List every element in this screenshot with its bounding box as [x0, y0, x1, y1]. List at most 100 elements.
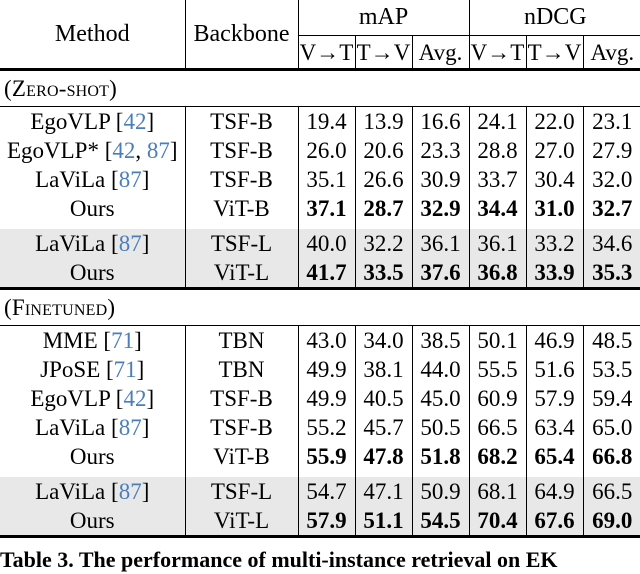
method-name: LaViLa [35, 167, 106, 192]
cell-value: 32.2 [354, 229, 412, 258]
method-name: JPoSE [40, 357, 101, 382]
cell-backbone: ViT-B [184, 442, 298, 471]
citation-ref[interactable]: 42 [123, 386, 146, 411]
cell-backbone: TSF-B [184, 106, 298, 136]
cell-value: 63.4 [525, 413, 584, 442]
table-row: EgoVLP* [42, 87] TSF-B 26.0 20.6 23.3 28.8 27.… [0, 136, 640, 165]
citation-bracket: ] [146, 386, 155, 411]
cell-method: LaViLa [87] [0, 477, 185, 506]
cell-backbone: TSF-L [184, 229, 298, 258]
col-header-ndcg-1: T→V [525, 35, 584, 70]
cell-value: 43.0 [297, 325, 355, 355]
cell-method: EgoVLP [42] [0, 384, 185, 413]
citation-bracket: ] [146, 109, 155, 134]
table-row: Ours ViT-L 57.9 51.1 54.5 70.4 67.6 69.0 [0, 506, 640, 537]
cell-value: 69.0 [582, 506, 640, 537]
cell-value: 36.1 [411, 229, 470, 258]
table-bottom-rule [0, 535, 640, 539]
cell-method: MME [71] [0, 325, 185, 355]
cell-backbone: ViT-L [184, 258, 298, 289]
cell-value: 55.9 [297, 442, 355, 471]
cell-backbone: TSF-B [184, 136, 298, 165]
cell-value: 26.0 [297, 136, 355, 165]
citation-bracket: [ [111, 167, 119, 192]
citation-bracket: ] [141, 415, 150, 440]
cell-value: 33.7 [468, 165, 527, 194]
citation-ref[interactable]: 87 [119, 415, 142, 440]
citation-ref[interactable]: 87 [119, 479, 142, 504]
cell-value: 57.9 [297, 506, 355, 537]
cell-value: 65.0 [582, 413, 640, 442]
cell-backbone: TSF-B [184, 165, 298, 194]
cell-value: 26.6 [354, 165, 412, 194]
cell-value: 50.9 [411, 477, 470, 506]
cell-backbone: ViT-B [184, 194, 298, 223]
cell-value: 66.5 [582, 477, 640, 506]
citation-ref[interactable]: 71 [111, 328, 134, 353]
citation-bracket: ] [141, 231, 150, 256]
cell-value: 34.6 [582, 229, 640, 258]
cell-value: 51.6 [525, 355, 584, 384]
cell-value: 23.1 [582, 106, 640, 136]
cell-value: 35.1 [297, 165, 355, 194]
cell-value: 55.2 [297, 413, 355, 442]
col-header-method: Method [54, 20, 130, 47]
cell-value: 55.5 [468, 355, 527, 384]
cell-value: 53.5 [582, 355, 640, 384]
cell-method: LaViLa [87] [0, 229, 185, 258]
cell-value: 54.5 [411, 506, 470, 537]
citation-bracket: [ [103, 328, 112, 353]
cell-value: 28.7 [354, 194, 412, 223]
cell-value: 19.4 [297, 106, 355, 136]
cell-value: 66.5 [468, 413, 527, 442]
cell-value: 68.2 [468, 442, 527, 471]
cell-value: 24.1 [468, 106, 527, 136]
cell-value: 44.0 [411, 355, 470, 384]
cell-method: LaViLa [87] [0, 165, 185, 194]
cell-value: 31.0 [525, 194, 584, 223]
results-table: Method Backbone mAP nDCG V→T T→V Avg. V→T T→V Avg… [0, 0, 640, 539]
cell-value: 66.8 [582, 442, 640, 471]
cell-backbone: TSF-B [184, 413, 298, 442]
cell-value: 47.8 [354, 442, 412, 471]
cell-method: JPoSE [71] [0, 355, 185, 384]
table-row: JPoSE [71] TBN 49.9 38.1 44.0 55.5 51.6 53.5 [0, 355, 640, 384]
cell-value: 35.3 [582, 258, 640, 289]
header-row-groups: Method Backbone mAP nDCG [0, 0, 640, 70]
cell-value: 60.9 [468, 384, 527, 413]
table-row: Ours ViT-L 41.7 33.5 37.6 36.8 33.9 35.3 [0, 258, 640, 289]
citation-ref[interactable]: 71 [114, 357, 137, 382]
table-row: EgoVLP [42] TSF-B 19.4 13.9 16.6 24.1 22.0 23.1 [0, 106, 640, 136]
cell-value: 36.8 [468, 258, 527, 289]
cell-value: 36.1 [468, 229, 527, 258]
citation-ref[interactable]: 87 [119, 167, 142, 192]
cell-value: 45.0 [411, 384, 470, 413]
cell-value: 33.5 [354, 258, 412, 289]
cell-value: 48.5 [582, 325, 640, 355]
cell-value: 23.3 [411, 136, 470, 165]
cell-value: 30.9 [411, 165, 470, 194]
citation-ref[interactable]: 42 [112, 138, 135, 163]
citation-bracket: [ [106, 357, 114, 382]
section-label: (Zero-shot) [0, 68, 640, 107]
table-row: LaViLa [87] TSF-L 40.0 32.2 36.1 36.1 33.2 34.6 [0, 229, 640, 258]
citation-ref[interactable]: 42 [123, 109, 146, 134]
cell-backbone: TSF-B [184, 384, 298, 413]
cell-value: 32.9 [411, 194, 470, 223]
cell-value: 50.5 [411, 413, 470, 442]
cell-value: 32.0 [582, 165, 640, 194]
cell-value: 50.1 [468, 325, 527, 355]
citation-ref[interactable]: 87 [147, 138, 170, 163]
table-body: Method Backbone mAP nDCG V→T T→V Avg. V→T T→V Avg… [0, 0, 640, 539]
table-row: LaViLa [87] TSF-B 55.2 45.7 50.5 66.5 63.4 65.0 [0, 413, 640, 442]
cell-value: 27.9 [582, 136, 640, 165]
cell-backbone: TBN [184, 325, 298, 355]
cell-value: 33.9 [525, 258, 584, 289]
col-header-map-0: V→T [297, 35, 355, 70]
cell-value: 27.0 [525, 136, 584, 165]
cell-value: 38.5 [411, 325, 470, 355]
figure-caption: Table 3. The performance of multi-instan… [0, 546, 640, 574]
col-header-map-1: T→V [354, 35, 412, 70]
citation-ref[interactable]: 87 [119, 231, 142, 256]
citation-bracket: [ [111, 479, 119, 504]
